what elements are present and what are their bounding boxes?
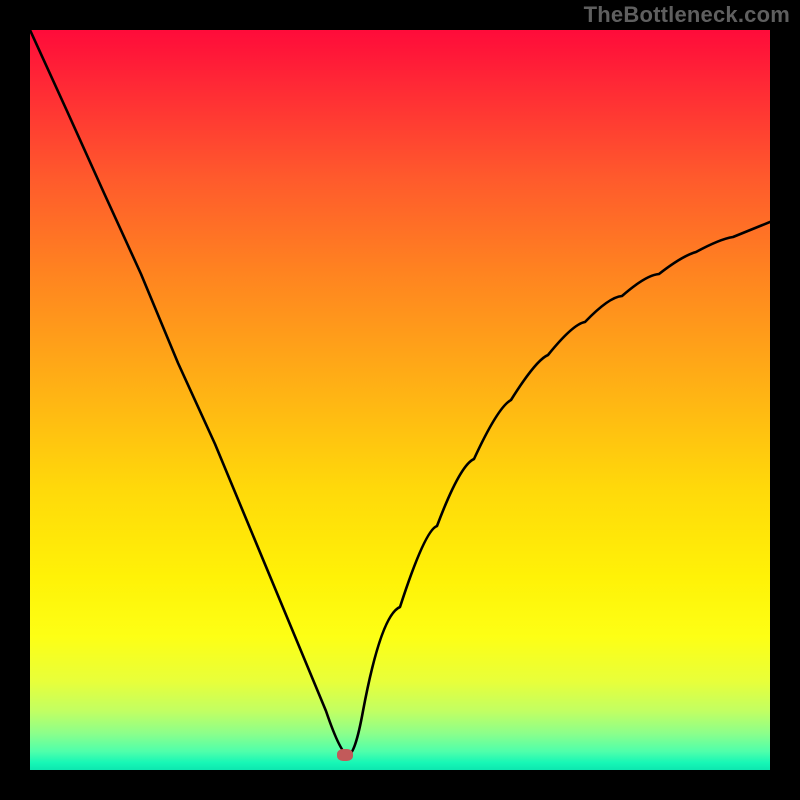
plot-area <box>30 30 770 770</box>
curve-svg <box>30 30 770 770</box>
chart-frame: TheBottleneck.com <box>0 0 800 800</box>
bottleneck-curve-path <box>30 30 770 755</box>
minimum-marker <box>337 749 353 761</box>
watermark-text: TheBottleneck.com <box>584 2 790 28</box>
